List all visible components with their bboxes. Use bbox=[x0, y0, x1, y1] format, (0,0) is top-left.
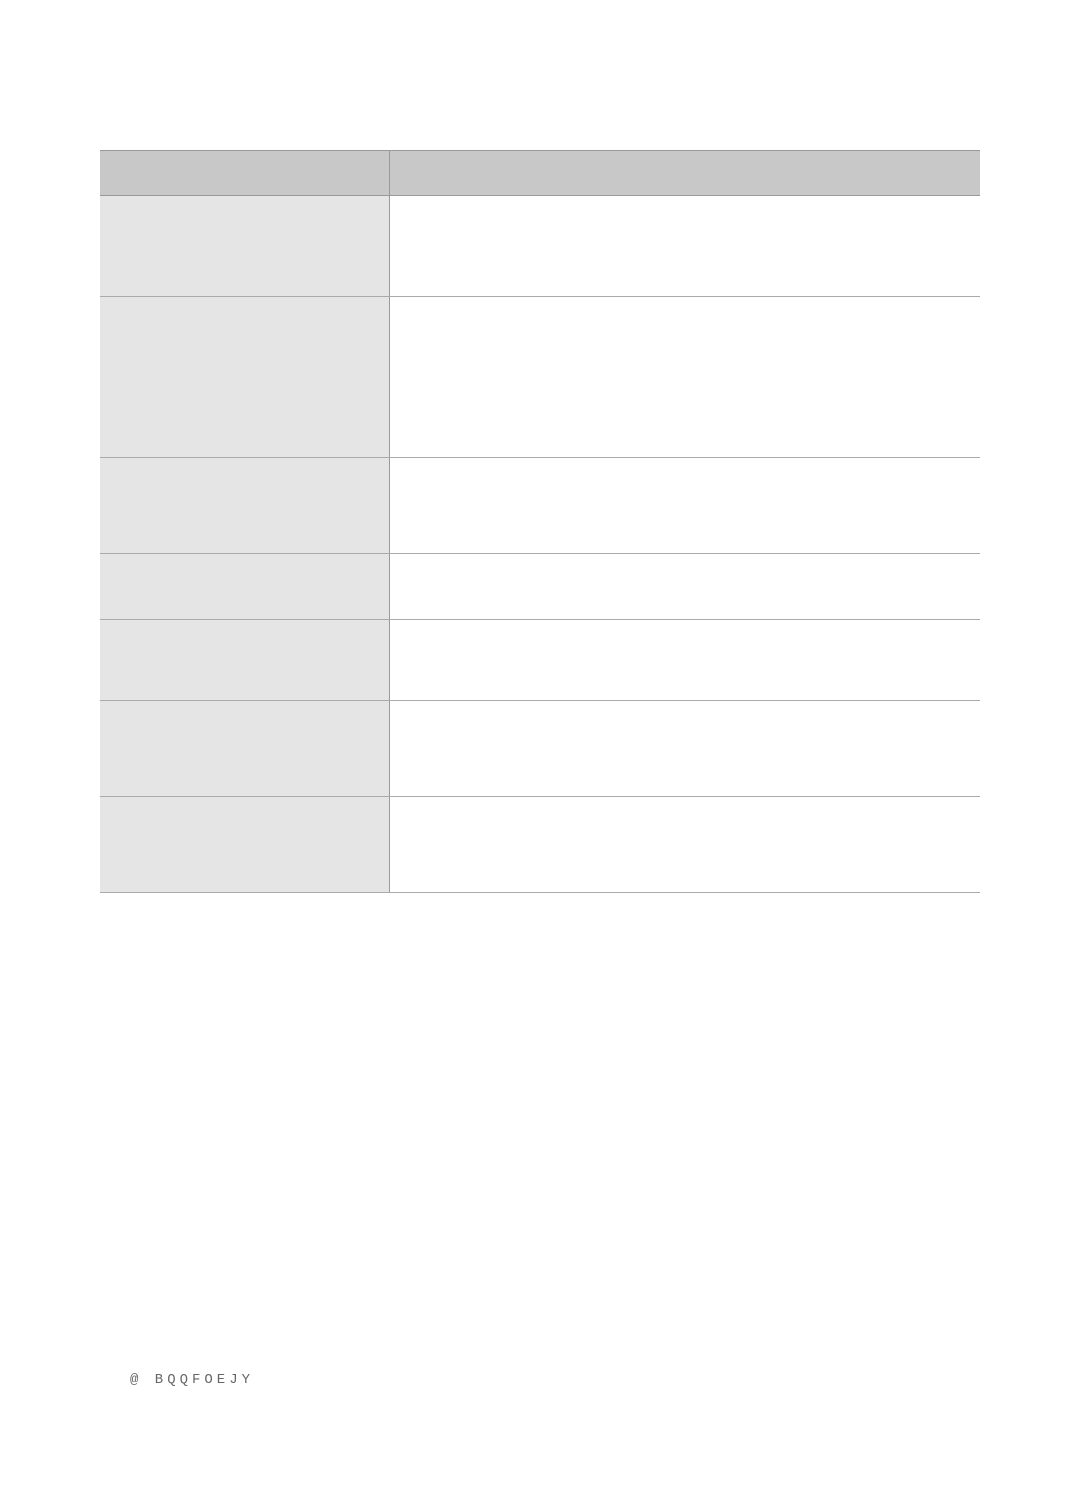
cell-right bbox=[390, 701, 980, 796]
table-row bbox=[100, 297, 980, 458]
cell-left bbox=[100, 196, 390, 296]
table-row bbox=[100, 620, 980, 701]
footer-text: @ BQQFOEJY bbox=[130, 1372, 254, 1388]
table-row bbox=[100, 458, 980, 554]
cell-right bbox=[390, 196, 980, 296]
cell-right bbox=[390, 797, 980, 892]
table-row bbox=[100, 196, 980, 297]
cell-left bbox=[100, 554, 390, 619]
cell-left bbox=[100, 620, 390, 700]
table-header-row bbox=[100, 151, 980, 196]
cell-left bbox=[100, 701, 390, 796]
cell-right bbox=[390, 297, 980, 457]
data-table bbox=[100, 150, 980, 893]
header-cell-left bbox=[100, 151, 390, 195]
cell-left bbox=[100, 297, 390, 457]
cell-right bbox=[390, 554, 980, 619]
table-row bbox=[100, 797, 980, 893]
header-cell-right bbox=[390, 151, 980, 195]
cell-left bbox=[100, 797, 390, 892]
table-row bbox=[100, 701, 980, 797]
cell-right bbox=[390, 458, 980, 553]
table-row bbox=[100, 554, 980, 620]
cell-right bbox=[390, 620, 980, 700]
cell-left bbox=[100, 458, 390, 553]
